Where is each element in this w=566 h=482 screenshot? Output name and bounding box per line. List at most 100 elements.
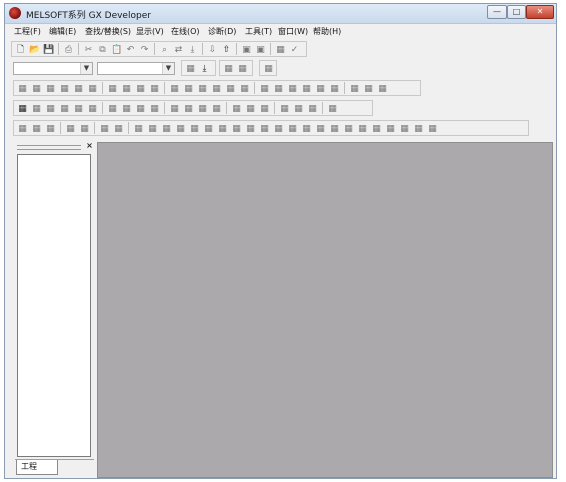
line-delete-icon[interactable]: ▦: [272, 82, 285, 95]
vline-icon[interactable]: ▦: [120, 82, 133, 95]
online-change-icon[interactable]: ▦: [258, 102, 271, 115]
menu-project[interactable]: 工程(F): [14, 26, 41, 37]
sfc-trans-icon[interactable]: ▦: [30, 122, 43, 135]
cross-ref-icon[interactable]: ▦: [210, 102, 223, 115]
parallel-no-icon[interactable]: ▦: [30, 82, 43, 95]
maximize-button[interactable]: □: [507, 5, 526, 19]
rising-edge-icon[interactable]: ▦: [168, 82, 181, 95]
open-icon[interactable]: 📂: [28, 43, 41, 56]
verify-icon[interactable]: ✓: [288, 43, 301, 56]
sfc-symbol15-icon[interactable]: ▦: [328, 122, 341, 135]
parallel-falling-icon[interactable]: ▦: [210, 82, 223, 95]
sfc-symbol1-icon[interactable]: ▦: [132, 122, 145, 135]
sfc-symbol10-icon[interactable]: ▦: [258, 122, 271, 135]
read-plc-icon[interactable]: ⇧: [220, 43, 233, 56]
program-list-icon[interactable]: ▦: [184, 62, 197, 75]
hline-icon[interactable]: ▦: [106, 82, 119, 95]
sfc-symbol13-icon[interactable]: ▦: [300, 122, 313, 135]
menu-help[interactable]: 帮助(H): [313, 26, 341, 37]
grid-icon[interactable]: ▦: [278, 102, 291, 115]
title-bar[interactable]: MELSOFT系列 GX Developer — □ ✕: [5, 4, 556, 24]
sfc-symbol21-icon[interactable]: ▦: [412, 122, 425, 135]
sfc-symbol17-icon[interactable]: ▦: [356, 122, 369, 135]
sfc-symbol7-icon[interactable]: ▦: [216, 122, 229, 135]
project-tree[interactable]: [17, 154, 91, 457]
block-select[interactable]: ▼: [97, 62, 175, 75]
falling-edge-icon[interactable]: ▦: [182, 82, 195, 95]
ladder-mode-icon[interactable]: ▦: [16, 102, 29, 115]
sfc-merge-icon[interactable]: ▦: [78, 122, 91, 135]
sfc-branch-icon[interactable]: ▦: [64, 122, 77, 135]
read-mode-icon[interactable]: ▦: [44, 102, 57, 115]
device-batch-icon[interactable]: ▦: [274, 43, 287, 56]
sfc-symbol9-icon[interactable]: ▦: [244, 122, 257, 135]
comment-edit-icon[interactable]: ▦: [106, 102, 119, 115]
sfc-jump-icon[interactable]: ▦: [44, 122, 57, 135]
find-icon[interactable]: ⌕: [158, 43, 171, 56]
sfc-symbol6-icon[interactable]: ▦: [202, 122, 215, 135]
branch-icon[interactable]: ▦: [286, 82, 299, 95]
program-select[interactable]: ▼: [13, 62, 93, 75]
chevron-down-icon[interactable]: ▼: [162, 63, 174, 74]
function-icon[interactable]: ▦: [86, 82, 99, 95]
sfc-symbol18-icon[interactable]: ▦: [370, 122, 383, 135]
sfc-symbol5-icon[interactable]: ▦: [188, 122, 201, 135]
monitor-stop-icon[interactable]: ▣: [254, 43, 267, 56]
menu-diagnostics[interactable]: 诊断(D): [208, 26, 236, 37]
menu-view[interactable]: 显示(V): [136, 26, 164, 37]
zoom-icon[interactable]: ▦: [168, 102, 181, 115]
menu-online[interactable]: 在线(O): [171, 26, 200, 37]
cut-icon[interactable]: ✂: [82, 43, 95, 56]
sfc-symbol11-icon[interactable]: ▦: [272, 122, 285, 135]
sfc-symbol20-icon[interactable]: ▦: [398, 122, 411, 135]
write-mode-icon[interactable]: ▦: [58, 102, 71, 115]
timing-chart-icon[interactable]: ▦: [196, 102, 209, 115]
sfc-symbol16-icon[interactable]: ▦: [342, 122, 355, 135]
menu-edit[interactable]: 编辑(E): [49, 26, 76, 37]
hline-delete-icon[interactable]: ▦: [134, 82, 147, 95]
close-icon[interactable]: ×: [85, 141, 94, 150]
sfc-symbol8-icon[interactable]: ▦: [230, 122, 243, 135]
device-test-icon[interactable]: ▦: [182, 102, 195, 115]
copy-icon[interactable]: ⧉: [96, 43, 109, 56]
replace-icon[interactable]: ⇄: [172, 43, 185, 56]
sfc-symbol3-icon[interactable]: ▦: [160, 122, 173, 135]
monitor-icon[interactable]: ▣: [240, 43, 253, 56]
sfc-symbol22-icon[interactable]: ▦: [426, 122, 439, 135]
sfc-symbol2-icon[interactable]: ▦: [146, 122, 159, 135]
parallel-rising-icon[interactable]: ▦: [196, 82, 209, 95]
minimize-button[interactable]: —: [487, 5, 507, 19]
main-workspace[interactable]: [97, 142, 553, 478]
paste-icon[interactable]: 📋: [110, 43, 123, 56]
ladder-op4-icon[interactable]: ▦: [362, 82, 375, 95]
frame-icon[interactable]: ▦: [326, 102, 339, 115]
write-plc-icon[interactable]: ⇩: [206, 43, 219, 56]
ladder-op5-icon[interactable]: ▦: [376, 82, 389, 95]
sfc-step-icon[interactable]: ▦: [16, 122, 29, 135]
ladder-op-icon[interactable]: ▦: [314, 82, 327, 95]
branch-delete-icon[interactable]: ▦: [300, 82, 313, 95]
redo-icon[interactable]: ↷: [138, 43, 151, 56]
new-icon[interactable]: 🗋: [14, 43, 27, 56]
print-icon[interactable]: ⎙: [62, 43, 75, 56]
melsoft-app-icon[interactable]: [9, 7, 21, 19]
sfc-symbol12-icon[interactable]: ▦: [286, 122, 299, 135]
contact-no-icon[interactable]: ▦: [16, 82, 29, 95]
convert-icon[interactable]: ▦: [230, 102, 243, 115]
sfc-parallel-icon[interactable]: ▦: [98, 122, 111, 135]
coil-icon[interactable]: ▦: [72, 82, 85, 95]
menu-find-replace[interactable]: 查找/替换(S): [85, 26, 131, 37]
contact-nc-icon[interactable]: ▦: [44, 82, 57, 95]
convert-all-icon[interactable]: ▦: [244, 102, 257, 115]
jump-icon[interactable]: ⤓: [186, 43, 199, 56]
comment-icon[interactable]: ▦: [262, 62, 275, 75]
menu-tools[interactable]: 工具(T): [245, 26, 272, 37]
chevron-down-icon[interactable]: ▼: [80, 63, 92, 74]
close-button[interactable]: ✕: [526, 5, 554, 19]
grid2-icon[interactable]: ▦: [292, 102, 305, 115]
sfc-parallel2-icon[interactable]: ▦: [112, 122, 125, 135]
undo-icon[interactable]: ↶: [124, 43, 137, 56]
invert-icon[interactable]: ▦: [224, 82, 237, 95]
line-write-icon[interactable]: ▦: [258, 82, 271, 95]
vline-delete-icon[interactable]: ▦: [148, 82, 161, 95]
